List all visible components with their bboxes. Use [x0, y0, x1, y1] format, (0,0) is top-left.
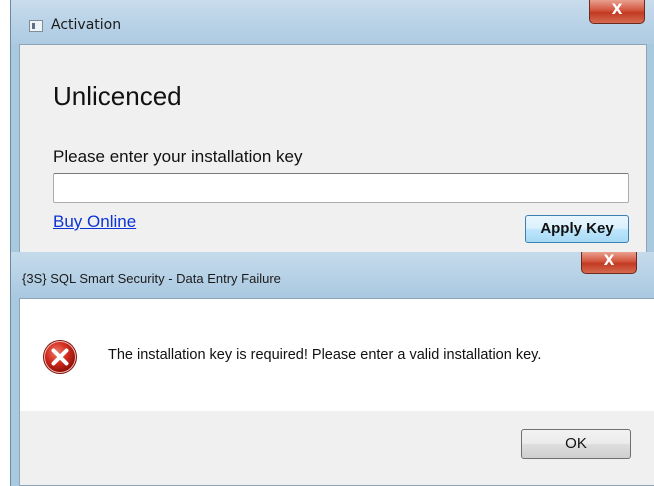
error-dialog-title: {3S} SQL Smart Security - Data Entry Fai…: [22, 271, 281, 286]
activation-title-bar[interactable]: Activation: [11, 0, 654, 44]
activation-window-title: Activation: [51, 17, 122, 33]
activation-client-area: Unlicenced Please enter your installatio…: [19, 44, 647, 260]
apply-key-button[interactable]: Apply Key: [525, 215, 629, 243]
installation-key-input[interactable]: [53, 173, 629, 203]
error-message: The installation key is required! Please…: [108, 347, 542, 363]
installation-key-label: Please enter your installation key: [53, 147, 303, 166]
activation-window: Activation X Unlicenced Please enter you…: [10, 0, 654, 260]
error-dialog-client-area: The installation key is required! Please…: [19, 298, 654, 486]
error-dialog-footer: OK: [20, 411, 654, 485]
error-dialog-title-bar[interactable]: {3S} SQL Smart Security - Data Entry Fai…: [11, 252, 654, 298]
license-status-heading: Unlicenced: [53, 81, 182, 111]
ok-button[interactable]: OK: [521, 429, 631, 459]
window-icon: [29, 20, 43, 32]
activation-close-button[interactable]: X: [589, 0, 645, 24]
buy-online-link[interactable]: Buy Online: [53, 212, 136, 232]
error-dialog: {3S} SQL Smart Security - Data Entry Fai…: [10, 252, 654, 486]
error-icon: [43, 340, 77, 374]
error-dialog-close-button[interactable]: X: [581, 252, 637, 274]
